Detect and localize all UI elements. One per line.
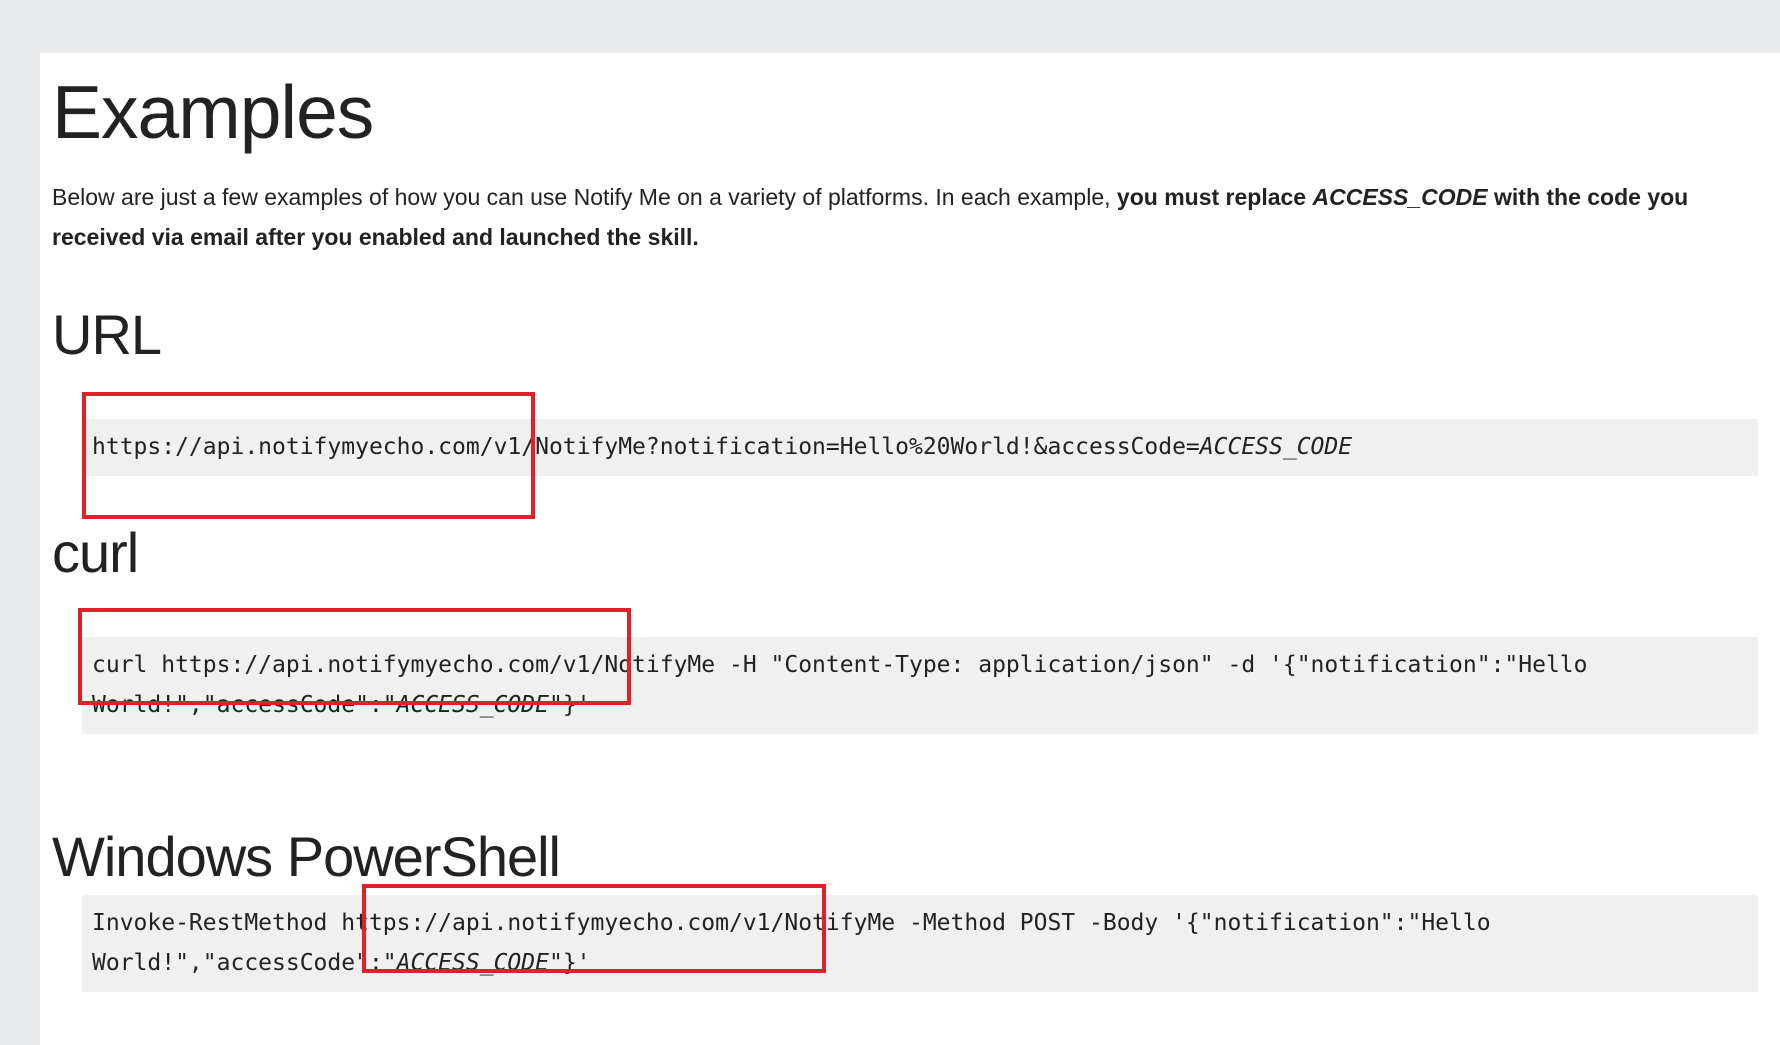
code-curl-text: curl https://api.notifymyecho.com/v1/Not… (92, 652, 1588, 718)
intro-lead: Below are just a few examples of how you… (52, 184, 1117, 210)
content-page: Examples Below are just a few examples o… (40, 53, 1780, 1045)
intro-bold-1: you must replace (1116, 184, 1313, 210)
intro-paragraph: Below are just a few examples of how you… (52, 177, 1762, 257)
code-powershell-text: Invoke-RestMethod https://api.notifymyec… (92, 910, 1491, 976)
code-block-curl: curl https://api.notifymyecho.com/v1/Not… (82, 637, 1758, 734)
page-title: Examples (52, 70, 374, 154)
code-block-powershell: Invoke-RestMethod https://api.notifymyec… (82, 895, 1758, 992)
code-curl-suffix: "}' (548, 692, 591, 718)
section-heading-powershell: Windows PowerShell (52, 825, 561, 888)
code-url-text: https://api.notifymyecho.com/v1/NotifyMe… (92, 434, 1200, 460)
code-url-placeholder: ACCESS_CODE (1199, 434, 1353, 460)
code-curl-placeholder: ACCESS_CODE (396, 692, 549, 718)
section-heading-url: URL (52, 303, 162, 366)
code-block-url: https://api.notifymyecho.com/v1/NotifyMe… (82, 419, 1758, 476)
intro-access-code: ACCESS_CODE (1312, 184, 1488, 210)
code-powershell-placeholder: ACCESS_CODE (396, 950, 549, 976)
code-powershell-suffix: "}' (548, 950, 591, 976)
section-heading-curl: curl (52, 521, 139, 584)
